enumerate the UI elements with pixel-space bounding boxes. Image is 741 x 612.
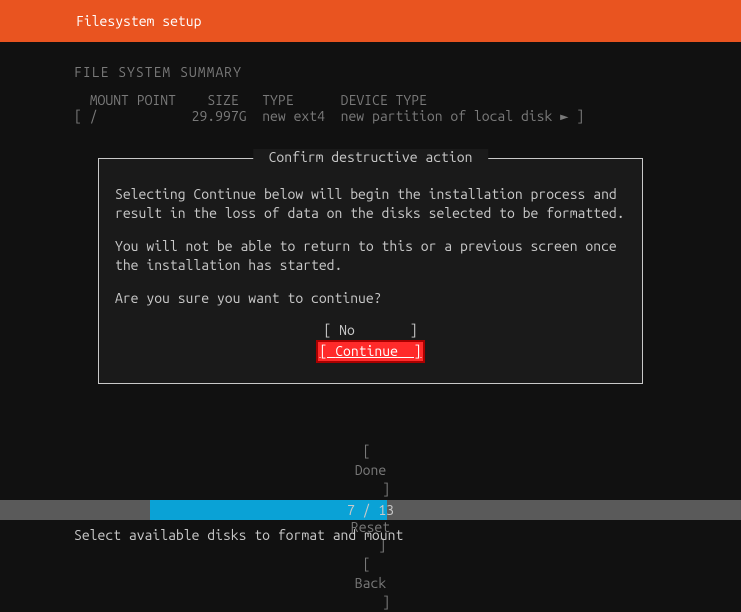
table-row[interactable]: [ / 29.997G new ext4 new partition of lo… xyxy=(74,108,667,125)
confirm-dialog: Confirm destructive action Selecting Con… xyxy=(98,158,643,384)
window-title: Filesystem setup xyxy=(76,13,201,29)
dialog-paragraph: You will not be able to return to this o… xyxy=(115,237,626,275)
back-button[interactable]: [ Back ] xyxy=(0,555,741,612)
continue-button[interactable]: [ Continue ] xyxy=(316,340,426,363)
no-button[interactable]: [ No ] xyxy=(321,321,419,340)
window-title-bar: Filesystem setup xyxy=(0,0,741,42)
dialog-title: Confirm destructive action xyxy=(253,149,489,165)
dialog-body: Selecting Continue below will begin the … xyxy=(115,185,626,363)
summary-columns: MOUNT POINT SIZE TYPE DEVICE TYPE xyxy=(74,92,667,108)
progress-bar: 7 / 13 xyxy=(0,500,741,520)
summary-heading: FILE SYSTEM SUMMARY xyxy=(74,64,667,80)
dialog-buttons: [ No ] [ Continue ] xyxy=(115,321,626,363)
done-button[interactable]: [ Done ] xyxy=(0,442,741,499)
file-system-summary: FILE SYSTEM SUMMARY MOUNT POINT SIZE TYP… xyxy=(0,42,741,125)
chevron-right-icon: ► xyxy=(560,108,568,124)
progress-text: 7 / 13 xyxy=(347,502,394,518)
dialog-paragraph: Selecting Continue below will begin the … xyxy=(115,185,626,223)
footer-hint: Select available disks to format and mou… xyxy=(74,527,403,543)
dialog-paragraph: Are you sure you want to continue? xyxy=(115,289,626,308)
